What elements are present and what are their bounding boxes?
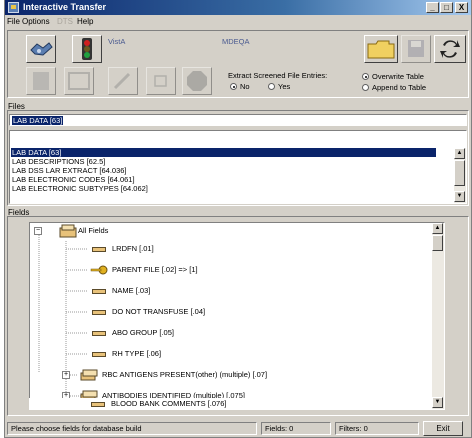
traffic-light-icon bbox=[82, 38, 92, 60]
folder-icon bbox=[367, 40, 395, 59]
extract-yes-radio[interactable] bbox=[268, 83, 275, 90]
tree-item-label: DO NOT TRANSFUSE [.04] bbox=[112, 307, 206, 316]
source-label: VistA bbox=[108, 37, 126, 46]
append-label: Append to Table bbox=[372, 83, 427, 92]
refresh-icon bbox=[440, 40, 460, 58]
file-item[interactable]: LAB ELECTRONIC CODES [64.061] bbox=[11, 175, 436, 184]
status-message: Please choose fields for database build bbox=[7, 422, 257, 435]
fields-tree: − All Fields LRDFN [.01] PARENT FILE [.0… bbox=[29, 222, 445, 410]
interactive-transfer-window: Interactive Transfer _ □ X File Options … bbox=[4, 0, 472, 438]
files-input-value: LAB DATA [63] bbox=[12, 116, 64, 125]
tree-item-label: LRDFN [.01] bbox=[112, 244, 154, 253]
scroll-thumb[interactable] bbox=[432, 235, 443, 251]
traffic-light-button[interactable] bbox=[72, 35, 102, 63]
minimize-button[interactable]: _ bbox=[426, 2, 439, 13]
files-search-input[interactable]: LAB DATA [63] bbox=[9, 114, 467, 126]
extract-yes-label: Yes bbox=[278, 82, 291, 91]
save-button[interactable] bbox=[401, 35, 431, 63]
open-folder-button[interactable] bbox=[364, 35, 398, 63]
menu-help[interactable]: Help bbox=[77, 17, 93, 26]
tree-item-label: NAME [.03] bbox=[112, 286, 151, 295]
field-icon bbox=[91, 402, 105, 407]
toolbar: VistA MDEQA Extract Screened File Entrie… bbox=[7, 30, 469, 98]
refresh-button[interactable] bbox=[434, 35, 466, 63]
collapse-icon[interactable]: − bbox=[34, 227, 42, 235]
file-item[interactable]: LAB DATA [63] bbox=[11, 148, 436, 157]
menu-bar: File Options DTS Help bbox=[5, 15, 471, 29]
tree-item[interactable]: ABO GROUP [.05] bbox=[30, 327, 430, 339]
stop-icon bbox=[187, 71, 207, 91]
extract-no-radio[interactable] bbox=[230, 83, 237, 90]
fields-scrollbar[interactable]: ▲ ▼ bbox=[432, 223, 444, 409]
tree-item[interactable]: RH TYPE [.06] bbox=[30, 348, 430, 360]
file-item[interactable]: LAB DESCRIPTIONS [62.5] bbox=[11, 157, 436, 166]
check-button[interactable] bbox=[146, 67, 176, 95]
tree-item-label: ABO GROUP [.05] bbox=[112, 328, 174, 337]
wand-button[interactable] bbox=[108, 67, 138, 95]
multiple-icon bbox=[80, 369, 98, 381]
extract-no-label: No bbox=[240, 82, 250, 91]
field-icon bbox=[92, 352, 106, 357]
exit-button[interactable]: Exit bbox=[423, 421, 463, 436]
scroll-down-icon[interactable]: ▼ bbox=[454, 191, 465, 202]
filter-button[interactable] bbox=[26, 67, 56, 95]
tree-item-label: PARENT FILE [.02] => [1] bbox=[112, 265, 198, 274]
tree-item[interactable]: BLOOD BANK COMMENTS [.076] bbox=[29, 398, 409, 410]
overwrite-label: Overwrite Table bbox=[372, 72, 424, 81]
tree-item-label: RBC ANTIGENS PRESENT(other) (multiple) [… bbox=[102, 370, 268, 379]
handshake-icon bbox=[30, 42, 53, 56]
wand-icon bbox=[113, 72, 131, 90]
file-item[interactable]: LAB ELECTRONIC SUBTYPES [64.062] bbox=[11, 184, 436, 193]
table-button[interactable] bbox=[64, 67, 94, 95]
scroll-up-icon[interactable]: ▲ bbox=[432, 223, 443, 234]
tree-item[interactable]: NAME [.03] bbox=[30, 285, 430, 297]
scroll-down-icon[interactable]: ▼ bbox=[432, 397, 443, 408]
tree-item[interactable]: PARENT FILE [.02] => [1] bbox=[30, 264, 430, 276]
close-button[interactable]: X bbox=[455, 2, 468, 13]
extract-label: Extract Screened File Entries: bbox=[228, 71, 328, 80]
filter-icon bbox=[33, 72, 49, 90]
target-label: MDEQA bbox=[222, 37, 250, 46]
field-icon bbox=[92, 310, 106, 315]
append-radio[interactable] bbox=[362, 84, 369, 91]
window-title: Interactive Transfer bbox=[23, 2, 107, 12]
tree-item[interactable]: LRDFN [.01] bbox=[30, 243, 430, 255]
tree-item-label: BLOOD BANK COMMENTS [.076] bbox=[111, 399, 227, 408]
field-icon bbox=[92, 331, 106, 336]
expand-icon[interactable]: + bbox=[62, 371, 70, 379]
table-stack-icon bbox=[59, 224, 77, 238]
filters-count: Filters: 0 bbox=[335, 422, 419, 435]
files-list: LAB DATA [63] LAB DESCRIPTIONS [62.5] LA… bbox=[9, 130, 467, 204]
field-icon bbox=[92, 289, 106, 294]
menu-dts[interactable]: DTS bbox=[57, 17, 73, 26]
tree-item[interactable]: + RBC ANTIGENS PRESENT(other) (multiple)… bbox=[30, 369, 440, 381]
files-scrollbar[interactable]: ▲ ▼ bbox=[454, 148, 466, 203]
tree-root-label: All Fields bbox=[78, 226, 109, 235]
overwrite-radio[interactable] bbox=[362, 73, 369, 80]
field-icon bbox=[92, 247, 106, 252]
fields-count: Fields: 0 bbox=[261, 422, 331, 435]
tree-item-label: RH TYPE [.06] bbox=[112, 349, 162, 358]
scroll-thumb[interactable] bbox=[454, 160, 465, 186]
maximize-button[interactable]: □ bbox=[440, 2, 453, 13]
stop-button[interactable] bbox=[182, 67, 212, 95]
table-icon bbox=[68, 72, 90, 90]
scroll-up-icon[interactable]: ▲ bbox=[454, 148, 465, 159]
tree-item[interactable]: DO NOT TRANSFUSE [.04] bbox=[30, 306, 430, 318]
menu-file[interactable]: File bbox=[7, 17, 20, 26]
menu-options[interactable]: Options bbox=[22, 17, 50, 26]
connect-button[interactable] bbox=[26, 35, 56, 63]
disk-icon bbox=[408, 40, 424, 57]
app-icon bbox=[8, 2, 19, 13]
status-bar: Please choose fields for database build … bbox=[5, 420, 471, 437]
title-bar: Interactive Transfer _ □ X bbox=[5, 0, 471, 15]
checkbox-icon bbox=[154, 75, 167, 87]
file-item[interactable]: LAB DSS LAR EXTRACT [64.036] bbox=[11, 166, 436, 175]
key-icon bbox=[90, 265, 108, 275]
